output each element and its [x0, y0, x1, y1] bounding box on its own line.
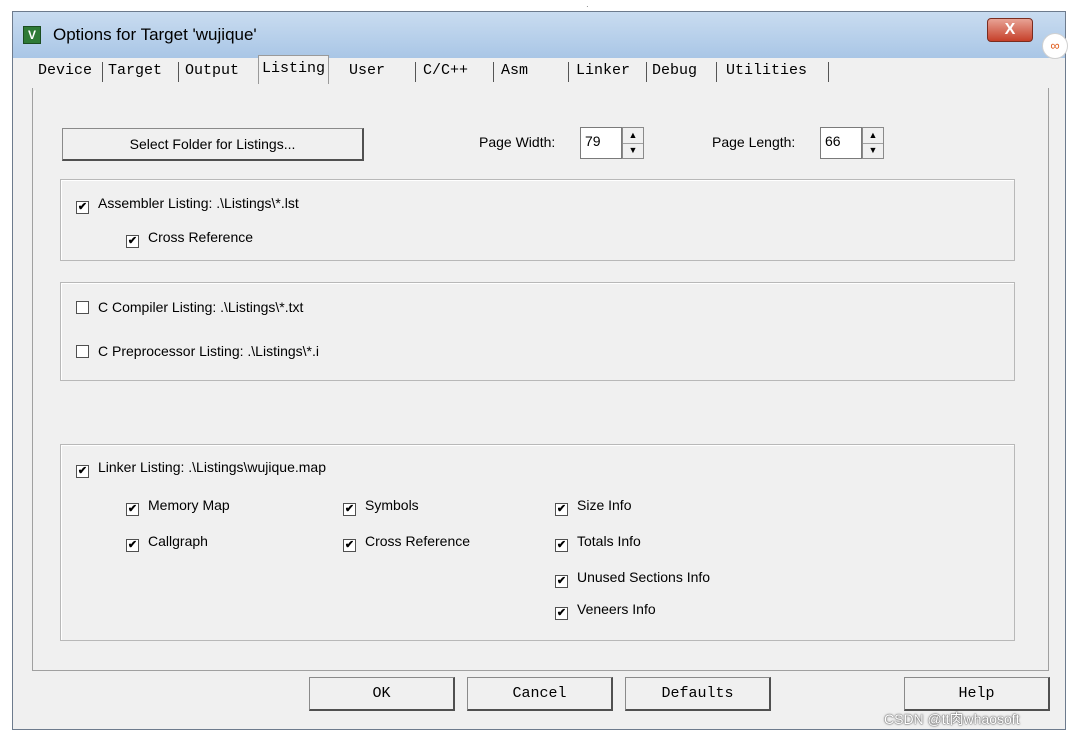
- totals-info-label: Totals Info: [577, 533, 641, 549]
- checkbox-checked-icon[interactable]: ✔: [555, 503, 568, 516]
- select-folder-button[interactable]: Select Folder for Listings...: [62, 128, 364, 161]
- checkbox-checked-icon[interactable]: ✔: [555, 539, 568, 552]
- checkbox-checked-icon[interactable]: ✔: [343, 539, 356, 552]
- c-compiler-listing-checkbox[interactable]: C Compiler Listing: .\Listings\*.txt: [76, 299, 303, 317]
- memory-map-label: Memory Map: [148, 497, 230, 513]
- close-button[interactable]: X: [987, 18, 1033, 42]
- tab-linker[interactable]: Linker: [576, 58, 630, 84]
- c-preprocessor-listing-checkbox[interactable]: C Preprocessor Listing: .\Listings\*.i: [76, 343, 319, 361]
- spin-down-icon[interactable]: ▼: [623, 143, 643, 158]
- ok-button[interactable]: OK: [309, 677, 455, 711]
- tab-separator: [828, 62, 829, 82]
- symbols-checkbox[interactable]: ✔ Symbols: [343, 497, 419, 516]
- totals-info-checkbox[interactable]: ✔ Totals Info: [555, 533, 641, 552]
- c-compiler-listing-label: C Compiler Listing: .\Listings\*.txt: [98, 299, 304, 315]
- tab-target[interactable]: Target: [108, 58, 162, 84]
- window-title: Options for Target 'wujique': [53, 25, 257, 44]
- assembler-cross-reference-checkbox[interactable]: ✔ Cross Reference: [126, 229, 254, 248]
- tab-c-cpp[interactable]: C/C++: [423, 58, 468, 84]
- assembler-cross-reference-label: Cross Reference: [148, 229, 254, 245]
- assembler-listing-label: Assembler Listing: .\Listings\*.lst: [98, 195, 299, 211]
- decorative-dot: ·: [586, 2, 589, 11]
- tab-user[interactable]: User: [349, 58, 385, 84]
- help-button[interactable]: Help: [904, 677, 1050, 711]
- cancel-button[interactable]: Cancel: [467, 677, 613, 711]
- tab-separator: [568, 62, 569, 82]
- checkbox-checked-icon[interactable]: ✔: [555, 575, 568, 588]
- spin-up-icon[interactable]: ▲: [623, 128, 643, 144]
- tab-asm[interactable]: Asm: [501, 58, 528, 84]
- symbols-label: Symbols: [365, 497, 419, 513]
- spin-down-icon[interactable]: ▼: [863, 143, 883, 158]
- tab-utilities[interactable]: Utilities: [726, 58, 807, 84]
- callgraph-checkbox[interactable]: ✔ Callgraph: [126, 533, 208, 552]
- unused-sections-info-label: Unused Sections Info: [577, 569, 711, 585]
- page-length-label: Page Length:: [712, 134, 796, 150]
- assembler-listing-checkbox[interactable]: ✔ Assembler Listing: .\Listings\*.lst: [76, 195, 299, 214]
- tab-listing[interactable]: Listing: [258, 55, 330, 84]
- checkbox-checked-icon[interactable]: ✔: [126, 539, 139, 552]
- page-length-spinner[interactable]: ▲ ▼: [862, 127, 884, 159]
- linker-listing-label: Linker Listing: .\Listings\wujique.map: [98, 459, 327, 475]
- tab-separator: [646, 62, 647, 82]
- checkbox-checked-icon[interactable]: ✔: [343, 503, 356, 516]
- checkbox-checked-icon[interactable]: ✔: [126, 503, 139, 516]
- veneers-info-label: Veneers Info: [577, 601, 656, 617]
- tab-separator: [493, 62, 494, 82]
- tab-output[interactable]: Output: [185, 58, 239, 84]
- compiler-listing-group: [60, 282, 1015, 381]
- assembler-listing-group: [60, 179, 1015, 261]
- checkbox-unchecked-icon[interactable]: [76, 345, 89, 358]
- spin-up-icon[interactable]: ▲: [863, 128, 883, 144]
- tab-separator: [102, 62, 103, 82]
- callgraph-label: Callgraph: [148, 533, 208, 549]
- linker-cross-reference-checkbox[interactable]: ✔ Cross Reference: [343, 533, 471, 552]
- title-bar[interactable]: V Options for Target 'wujique' X: [13, 12, 1065, 58]
- tab-separator: [178, 62, 179, 82]
- page-width-spinner[interactable]: ▲ ▼: [622, 127, 644, 159]
- unused-sections-info-checkbox[interactable]: ✔ Unused Sections Info: [555, 569, 711, 588]
- c-preprocessor-listing-label: C Preprocessor Listing: .\Listings\*.i: [98, 343, 319, 359]
- csdn-watermark: CSDN @tt肉whaosoft: [884, 711, 1020, 727]
- defaults-button[interactable]: Defaults: [625, 677, 771, 711]
- page-width-input[interactable]: 79: [580, 127, 622, 159]
- memory-map-checkbox[interactable]: ✔ Memory Map: [126, 497, 230, 516]
- tab-separator: [716, 62, 717, 82]
- size-info-checkbox[interactable]: ✔ Size Info: [555, 497, 632, 516]
- veneers-info-checkbox[interactable]: ✔ Veneers Info: [555, 601, 656, 620]
- checkbox-unchecked-icon[interactable]: [76, 301, 89, 314]
- checkbox-checked-icon[interactable]: ✔: [76, 201, 89, 214]
- page-length-input[interactable]: 66: [820, 127, 862, 159]
- tab-separator: [415, 62, 416, 82]
- linker-listing-checkbox[interactable]: ✔ Linker Listing: .\Listings\wujique.map: [76, 459, 327, 478]
- page-width-label: Page Width:: [479, 134, 556, 150]
- checkbox-checked-icon[interactable]: ✔: [555, 607, 568, 620]
- tab-device[interactable]: Device: [38, 58, 92, 84]
- linker-cross-reference-label: Cross Reference: [365, 533, 471, 549]
- link-icon[interactable]: ∞: [1042, 33, 1068, 59]
- checkbox-checked-icon[interactable]: ✔: [76, 465, 89, 478]
- checkbox-checked-icon[interactable]: ✔: [126, 235, 139, 248]
- size-info-label: Size Info: [577, 497, 632, 513]
- keil-uvision-icon: V: [23, 26, 41, 44]
- tab-debug[interactable]: Debug: [652, 58, 697, 84]
